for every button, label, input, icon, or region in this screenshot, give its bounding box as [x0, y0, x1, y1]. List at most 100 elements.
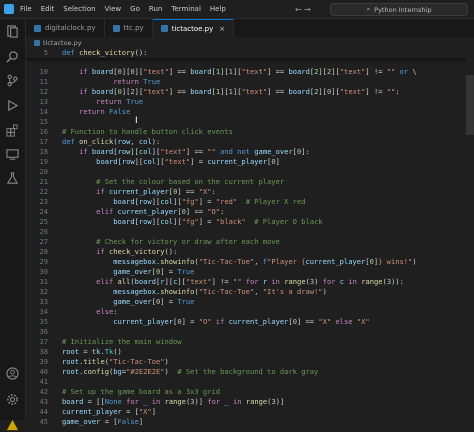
- code-text: else:: [96, 307, 118, 316]
- close-icon[interactable]: ×: [219, 25, 225, 33]
- code-line: 15: [26, 117, 466, 127]
- breadcrumb-file: tictactoe.py: [43, 38, 82, 47]
- menu-view[interactable]: View: [105, 5, 122, 13]
- scrollbar-thumb[interactable]: [466, 75, 474, 135]
- line-number: 42: [39, 387, 48, 396]
- warning-icon[interactable]: [6, 419, 19, 432]
- code-line: 40 root.config(bg="#2E2E2E") # Set the ba…: [26, 367, 466, 377]
- code-text: board[row][col]["fg"] = "red" # Player X…: [113, 197, 306, 206]
- code-text: board = [[None for _ in range(3)] for _ …: [62, 397, 285, 406]
- vscode-logo-icon: [4, 4, 14, 14]
- python-file-icon: [112, 24, 120, 32]
- testing-icon[interactable]: [6, 172, 19, 185]
- remote-explorer-icon[interactable]: [6, 148, 19, 161]
- explorer-icon[interactable]: [6, 25, 19, 38]
- line-number: 5: [43, 48, 48, 57]
- menu-go[interactable]: Go: [130, 5, 140, 13]
- line-number: 21: [39, 177, 48, 186]
- line-number: 40: [39, 367, 48, 376]
- breadcrumb[interactable]: tictactoe.py: [26, 37, 474, 48]
- command-search-input[interactable]: ⌕ Python Internship: [330, 3, 468, 16]
- code-line: 21 # Set the colour based on the current…: [26, 177, 466, 187]
- tab-ttc[interactable]: ttc.py: [105, 19, 153, 37]
- code-line: 35 current_player[0] = "O" if current_pl…: [26, 317, 466, 327]
- code-line: 34 else:: [26, 307, 466, 317]
- code-line: 14 return False: [26, 107, 466, 117]
- account-icon[interactable]: [6, 367, 19, 380]
- code-text: # Set up the game board as a 3x3 grid: [62, 387, 221, 396]
- tab-label: tictactoe.py: [171, 24, 214, 33]
- menu-file[interactable]: File: [20, 5, 32, 13]
- line-number: 39: [39, 357, 48, 366]
- code-line: 18 if board[row][col]["text"] == "" and …: [26, 147, 466, 157]
- line-number: 43: [39, 397, 48, 406]
- run-debug-icon[interactable]: [6, 99, 19, 112]
- line-number: 13: [39, 97, 48, 106]
- line-number: 14: [39, 107, 48, 116]
- mouse-cursor-icon: I: [135, 116, 138, 126]
- menu-edit[interactable]: Edit: [41, 5, 55, 13]
- nav-arrows[interactable]: ← →: [295, 5, 311, 14]
- line-number: 22: [39, 187, 48, 196]
- menu-help[interactable]: Help: [210, 5, 226, 13]
- line-number: 17: [39, 137, 48, 146]
- line-number: 18: [39, 147, 48, 156]
- code-text: # Function to handle button click events: [62, 127, 233, 136]
- code-text: root.title("Tic-Tac-Toe"): [62, 357, 169, 366]
- line-number: 33: [39, 297, 48, 306]
- code-text: if current_player[0] == "X":: [96, 187, 216, 196]
- code-line: 11 return True: [26, 77, 466, 87]
- code-text: # Initialize the main window: [62, 337, 182, 346]
- tab-label: digitalclock.py: [45, 24, 96, 32]
- code-text: if check_victory():: [96, 247, 178, 256]
- search-icon[interactable]: [6, 50, 19, 63]
- code-line: 45 game_over = [False]: [26, 417, 466, 427]
- code-line: 28 if check_victory():: [26, 247, 466, 257]
- line-number: 16: [39, 127, 48, 136]
- menu-run[interactable]: Run: [149, 5, 162, 13]
- code-line: 17 def on_click(row, col):: [26, 137, 466, 147]
- line-number: 44: [39, 407, 48, 416]
- code-text: board[row][col]["text"] = current_player…: [96, 157, 280, 166]
- source-control-icon[interactable]: [6, 74, 19, 87]
- code-line: 44 current_player = ["X"]: [26, 407, 466, 417]
- code-text: return True: [113, 77, 161, 86]
- line-number: 41: [39, 377, 48, 386]
- code-text: if board[0][0]["text"] == board[1][1]["t…: [79, 67, 417, 76]
- menu-terminal[interactable]: Terminal: [171, 5, 201, 13]
- code-line: 37 # Initialize the main window: [26, 337, 466, 347]
- code-text: if board[row][col]["text"] == "" and not…: [79, 147, 310, 156]
- tab-tictactoe[interactable]: tictactoe.py ×: [152, 19, 235, 37]
- code-text: # Check for victory or draw after each m…: [96, 237, 280, 246]
- code-text: # Set the colour based on the current pl…: [96, 177, 285, 186]
- code-text: current_player = ["X"]: [62, 407, 156, 416]
- python-file-icon: [34, 39, 40, 46]
- activity-bar: [0, 19, 26, 431]
- code-line: 41: [26, 377, 466, 387]
- code-editor[interactable]: 10 if board[0][0]["text"] == board[1][1]…: [26, 48, 474, 426]
- code-text: root.config(bg="#2E2E2E") # Set the back…: [62, 367, 319, 376]
- code-line: 27 # Check for victory or draw after eac…: [26, 237, 466, 247]
- tab-label: ttc.py: [123, 24, 144, 32]
- code-line: 20: [26, 167, 466, 177]
- python-file-icon: [34, 24, 41, 32]
- search-icon: ⌕: [366, 5, 371, 13]
- code-text: game_over[0] = True: [113, 267, 195, 276]
- code-line: 19 board[row][col]["text"] = current_pla…: [26, 157, 466, 167]
- line-number: 27: [39, 237, 48, 246]
- tab-digitalclock[interactable]: digitalclock.py: [26, 19, 105, 37]
- search-label: Python Internship: [374, 5, 432, 14]
- code-line: 38 root = tk.Tk(): [26, 347, 466, 357]
- sticky-scroll-header[interactable]: 5 def check_victory():: [26, 48, 474, 58]
- code-text: board[row][col]["fg"] = "black" # Player…: [113, 217, 323, 226]
- menu-selection[interactable]: Selection: [63, 5, 95, 13]
- extensions-icon[interactable]: [6, 124, 19, 137]
- code-line: 24 elif current_player[0] == "O":: [26, 207, 466, 217]
- line-number: 11: [39, 77, 48, 86]
- settings-gear-icon[interactable]: [6, 393, 19, 406]
- code-text: game_over = [False]: [62, 417, 144, 426]
- line-number: 32: [39, 287, 48, 296]
- code-line: 26: [26, 227, 466, 237]
- line-number: 26: [39, 227, 48, 236]
- code-line: 31 elif all(board[r][c]["text"] != "" fo…: [26, 277, 466, 287]
